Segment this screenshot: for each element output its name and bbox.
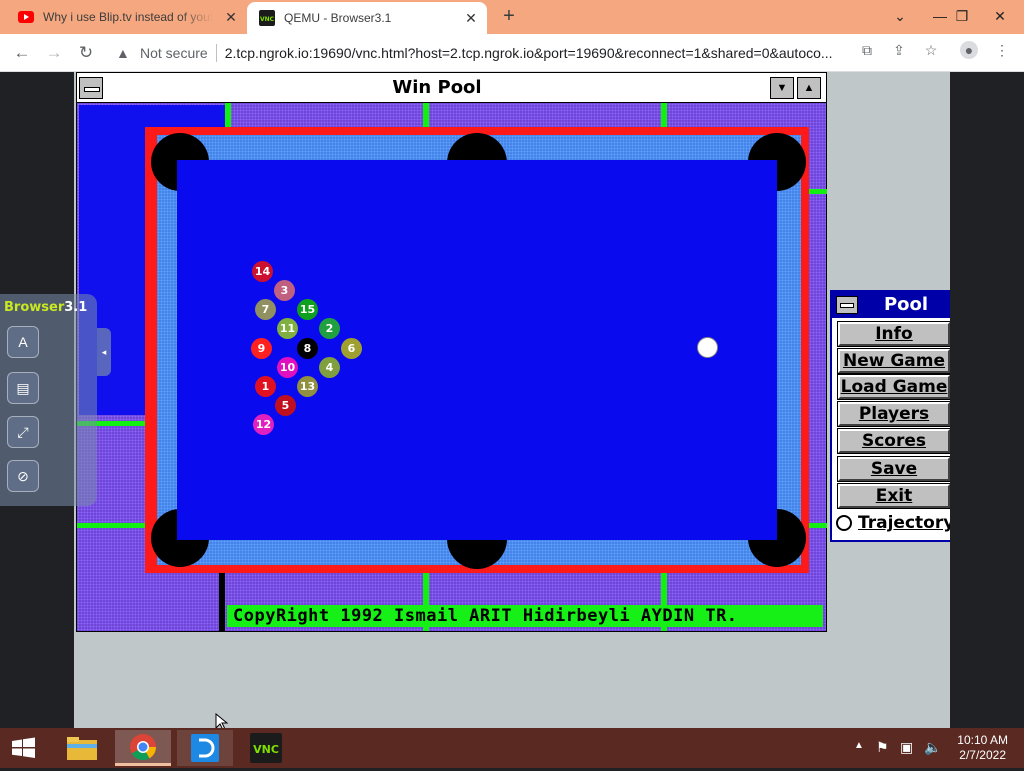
tab-strip: Why i use Blip.tv instead of youtube ✕ V… [0, 0, 1024, 34]
close-window-button[interactable]: ✕ [980, 0, 1020, 34]
new-game-button[interactable]: New Game [837, 348, 950, 374]
trajectory-radio[interactable] [836, 515, 852, 531]
ball-9: 9 [251, 338, 272, 359]
window-titlebar[interactable]: Win Pool ▼ ▲ [77, 73, 826, 103]
grid-line [807, 189, 827, 194]
trajectory-label: Trajectory [858, 513, 950, 533]
fullscreen-icon[interactable]: ⤢ [7, 416, 39, 448]
logo-text: Browser [4, 300, 65, 315]
remote-desktop[interactable]: Win Pool ▼ ▲ 14 3 7 15 11 2 9 8 6 10 4 1… [74, 72, 950, 728]
players-button[interactable]: Players [837, 401, 950, 427]
ball-5: 5 [275, 395, 296, 416]
system-menu-icon[interactable] [836, 296, 858, 314]
tab-search-icon[interactable]: ⌄ [880, 0, 920, 34]
ball-6: 6 [341, 338, 362, 359]
clock[interactable]: 10:10 AM 2/7/2022 [957, 733, 1008, 763]
tab-qemu[interactable]: VNC QEMU - Browser3.1 ✕ [247, 2, 487, 34]
ball-13: 13 [297, 376, 318, 397]
vnc-icon[interactable]: VNC [238, 730, 294, 766]
clock-time: 10:10 AM [957, 733, 1008, 747]
open-in-new-icon[interactable]: ⧉ [858, 41, 876, 59]
menu-kebab-icon[interactable]: ⋮ [993, 41, 1011, 59]
bookmark-star-icon[interactable]: ☆ [922, 41, 940, 59]
new-tab-button[interactable]: + [498, 6, 520, 28]
ball-14: 14 [252, 261, 273, 282]
window-title: Win Pool [392, 77, 482, 98]
pool-menu-window: Pool Info New Game Load Game Players Sco… [830, 290, 950, 542]
forward-icon[interactable]: → [42, 41, 66, 65]
system-tray: ▲ ⚑ ▣ 🔈 10:10 AM 2/7/2022 [844, 728, 1024, 768]
back-icon[interactable]: ← [10, 41, 34, 65]
volume-muted-icon[interactable]: 🔈 [924, 739, 941, 756]
ball-4: 4 [319, 357, 340, 378]
keyboard-icon[interactable]: A [7, 326, 39, 358]
clock-date: 2/7/2022 [959, 748, 1006, 762]
windows-start-icon[interactable] [0, 728, 48, 768]
svg-text:VNC: VNC [260, 16, 275, 23]
divider [215, 44, 217, 62]
close-tab-icon[interactable]: ✕ [223, 9, 239, 25]
logo-version: 3.1 [64, 300, 88, 315]
ball-15: 15 [297, 299, 318, 320]
warning-icon[interactable]: ▲ [116, 45, 134, 61]
ball-12: 12 [253, 414, 274, 435]
not-secure-label[interactable]: Not secure [140, 45, 208, 61]
restore-button[interactable]: ❐ [942, 0, 982, 34]
taskbar: VNC ▲ ⚑ ▣ 🔈 10:10 AM 2/7/2022 [0, 728, 1024, 768]
svg-text:VNC: VNC [253, 743, 279, 756]
copyright-banner: CopyRight 1992 Ismail ARIT Hidirbeyli AY… [227, 605, 823, 627]
ball-8: 8 [297, 338, 318, 359]
ball-10: 10 [277, 357, 298, 378]
info-button[interactable]: Info [837, 321, 950, 347]
chrome-icon[interactable] [115, 730, 171, 766]
cue-ball[interactable] [697, 337, 718, 358]
clipboard-icon[interactable]: ▤ [7, 372, 39, 404]
ball-3: 3 [274, 280, 295, 301]
youtube-icon [18, 11, 34, 23]
vnc-icon: VNC [259, 10, 275, 26]
maximize-arrow-icon[interactable]: ▲ [797, 77, 821, 99]
vnc-viewport: Win Pool ▼ ▲ 14 3 7 15 11 2 9 8 6 10 4 1… [0, 72, 1024, 731]
ball-2: 2 [319, 318, 340, 339]
save-button[interactable]: Save [837, 456, 950, 482]
reload-icon[interactable]: ↻ [74, 41, 98, 65]
disconnect-icon[interactable]: ⊘ [7, 460, 39, 492]
pool-menu-titlebar[interactable]: Pool [832, 292, 950, 318]
trajectory-option[interactable]: Trajectory [836, 511, 950, 535]
close-tab-icon[interactable]: ✕ [463, 10, 479, 26]
show-hidden-icons-icon[interactable]: ▲ [854, 740, 864, 751]
pool-table-area[interactable]: 14 3 7 15 11 2 9 8 6 10 4 1 13 5 12 Copy… [77, 103, 827, 631]
exit-button[interactable]: Exit [837, 483, 950, 509]
action-center-flag-icon[interactable]: ⚑ [876, 739, 889, 756]
share-icon[interactable]: ⇪ [890, 41, 908, 59]
remote-desktop-icon[interactable] [177, 730, 233, 766]
address-bar[interactable]: ▲ Not secure 2.tcp.ngrok.io:19690/vnc.ht… [106, 38, 886, 68]
load-game-button[interactable]: Load Game [837, 374, 950, 400]
ball-7: 7 [255, 299, 276, 320]
ball-11: 11 [277, 318, 298, 339]
sidebar-handle-icon[interactable]: ◂ [97, 328, 111, 376]
ball-1: 1 [255, 376, 276, 397]
browser-toolbar: ← → ↻ ▲ Not secure 2.tcp.ngrok.io:19690/… [0, 34, 1024, 72]
tab-youtube[interactable]: Why i use Blip.tv instead of youtube ✕ [0, 0, 247, 34]
grid-line [219, 571, 225, 631]
tab-title: QEMU - Browser3.1 [284, 11, 392, 25]
url-text[interactable]: 2.tcp.ngrok.io:19690/vnc.html?host=2.tcp… [225, 45, 845, 61]
pool-menu-title: Pool [883, 294, 929, 315]
tab-title: Why i use Blip.tv instead of youtube [43, 10, 213, 24]
grid-line [807, 523, 827, 528]
novnc-logo: Browser3.1 [4, 300, 87, 315]
profile-avatar-icon[interactable]: ● [960, 41, 978, 59]
file-explorer-icon[interactable] [54, 730, 110, 766]
scores-button[interactable]: Scores [837, 428, 950, 454]
network-icon[interactable]: ▣ [900, 739, 913, 756]
winpool-window: Win Pool ▼ ▲ 14 3 7 15 11 2 9 8 6 10 4 1… [76, 72, 827, 632]
novnc-control-bar: Browser3.1 A ▤ ⤢ ⊘ ◂ [0, 294, 111, 506]
minimize-arrow-icon[interactable]: ▼ [770, 77, 794, 99]
